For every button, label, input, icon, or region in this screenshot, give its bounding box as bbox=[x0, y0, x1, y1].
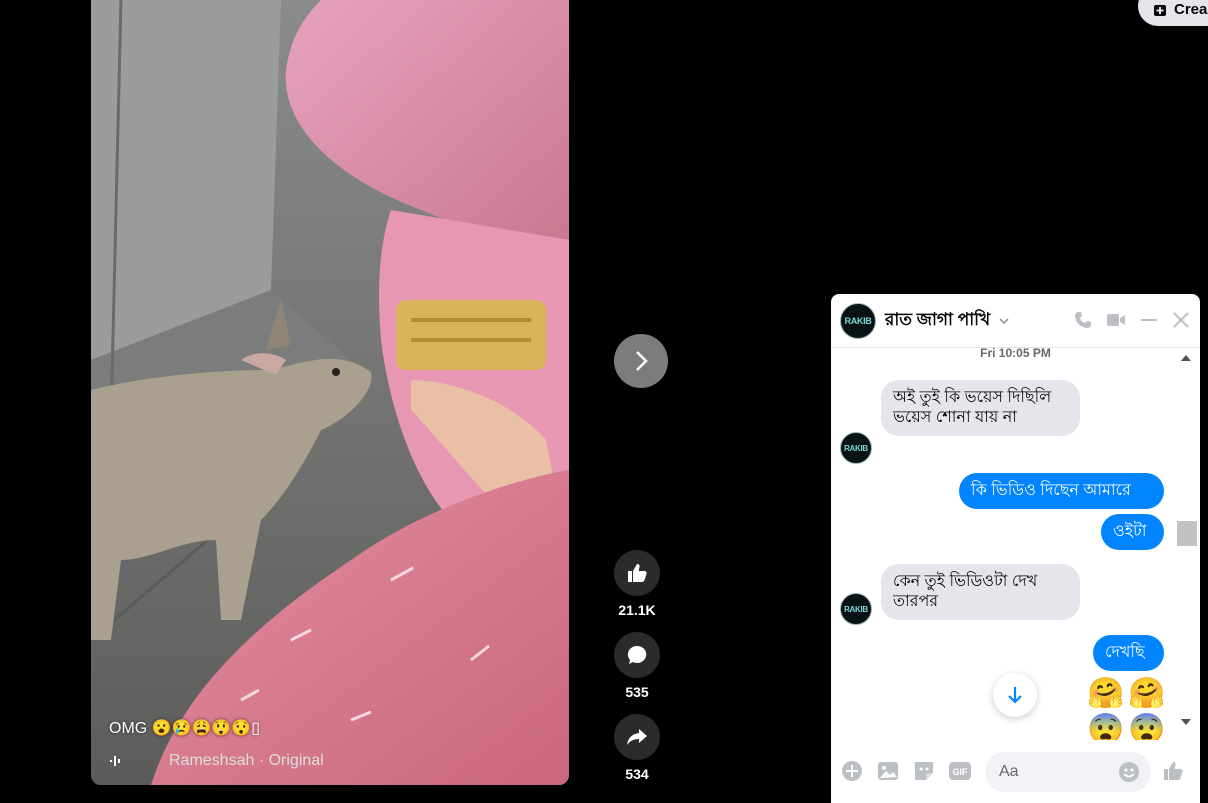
next-video-button[interactable] bbox=[614, 334, 668, 388]
like-button[interactable] bbox=[614, 550, 660, 596]
minimize-icon[interactable] bbox=[1140, 311, 1158, 329]
svg-text:GIF: GIF bbox=[953, 767, 969, 777]
create-icon bbox=[1154, 5, 1166, 16]
chat-header: RAKIB রাত জাগা পাখি bbox=[831, 294, 1200, 348]
create-button[interactable]: Crea bbox=[1138, 0, 1208, 26]
screen: Crea OMG 😮😢😩😲😯▯ Rameshsah · Original 21.… bbox=[0, 0, 1208, 803]
avatar-text: RAKIB bbox=[844, 443, 868, 453]
chat-scrollbar[interactable] bbox=[1173, 350, 1200, 734]
sticker-icon[interactable] bbox=[912, 759, 936, 783]
scroll-down-icon[interactable] bbox=[1181, 718, 1191, 726]
chat-window: RAKIB রাত জাগা পাখি Fri 10:05 PM অই তুই … bbox=[831, 294, 1200, 803]
reel-video[interactable]: OMG 😮😢😩😲😯▯ Rameshsah · Original bbox=[91, 0, 569, 785]
video-frame bbox=[91, 0, 569, 785]
message-outgoing[interactable]: ওইটা bbox=[1101, 514, 1164, 550]
chevron-down-icon[interactable] bbox=[998, 315, 1010, 327]
avatar-text: RAKIB bbox=[844, 315, 872, 326]
contact-avatar-small: RAKIB bbox=[840, 432, 872, 464]
message-incoming[interactable]: কেন তুই ভিডিওটা দেখ তারপর bbox=[881, 564, 1080, 620]
share-icon bbox=[627, 729, 647, 745]
comment-icon bbox=[627, 645, 647, 664]
create-label: Crea bbox=[1174, 1, 1208, 18]
thumbs-up-send-icon[interactable] bbox=[1162, 759, 1186, 783]
message-input[interactable]: Aa bbox=[985, 752, 1151, 792]
photo-icon[interactable] bbox=[876, 759, 900, 783]
share-action: 534 bbox=[614, 714, 660, 782]
video-call-icon[interactable] bbox=[1106, 312, 1126, 328]
message-incoming[interactable]: অই তুই কি ভয়েস দিছিলি ভয়েস শোনা যায় ন… bbox=[881, 380, 1080, 436]
message-timestamp: Fri 10:05 PM bbox=[980, 346, 1051, 360]
emoji-message[interactable]: 😨😨 bbox=[1087, 712, 1170, 740]
contact-avatar[interactable]: RAKIB bbox=[840, 302, 876, 339]
audio-icon[interactable] bbox=[109, 753, 127, 769]
video-author-row: Rameshsah · Original bbox=[109, 752, 324, 770]
contact-name[interactable]: রাত জাগা পাখি bbox=[885, 307, 990, 335]
scroll-thumb[interactable] bbox=[1177, 521, 1197, 546]
message-outgoing[interactable]: কি ভিডিও দিছেন আমারে bbox=[959, 473, 1164, 509]
close-icon[interactable] bbox=[1172, 311, 1190, 329]
thumbs-up-icon bbox=[628, 564, 647, 582]
phone-icon[interactable] bbox=[1074, 311, 1092, 329]
share-count: 534 bbox=[625, 766, 649, 782]
emoji-icon[interactable] bbox=[1117, 760, 1141, 784]
avatar-text: RAKIB bbox=[844, 604, 868, 614]
video-caption: OMG 😮😢😩😲😯▯ bbox=[109, 720, 261, 737]
contact-avatar-small: RAKIB bbox=[840, 593, 872, 625]
like-count: 21.1K bbox=[618, 602, 656, 618]
plus-circle-icon[interactable] bbox=[840, 759, 864, 783]
scroll-to-bottom-button[interactable] bbox=[993, 673, 1037, 717]
chevron-right-icon bbox=[636, 351, 648, 371]
message-outgoing[interactable]: দেখছি bbox=[1093, 635, 1164, 671]
scroll-up-icon[interactable] bbox=[1181, 354, 1191, 362]
header-actions bbox=[1074, 311, 1190, 329]
comment-button[interactable] bbox=[614, 632, 660, 678]
emoji-message[interactable]: 🤗🤗 bbox=[1087, 676, 1170, 712]
message-input-placeholder: Aa bbox=[999, 763, 1019, 780]
like-action: 21.1K bbox=[614, 550, 660, 618]
author-label[interactable]: Rameshsah · Original bbox=[169, 752, 324, 770]
arrow-down-icon bbox=[1008, 687, 1022, 704]
comment-count: 535 bbox=[625, 684, 649, 700]
gif-icon[interactable]: GIF bbox=[948, 759, 972, 783]
comment-action: 535 bbox=[614, 632, 660, 700]
share-button[interactable] bbox=[614, 714, 660, 760]
message-composer: GIF Aa bbox=[831, 740, 1200, 803]
